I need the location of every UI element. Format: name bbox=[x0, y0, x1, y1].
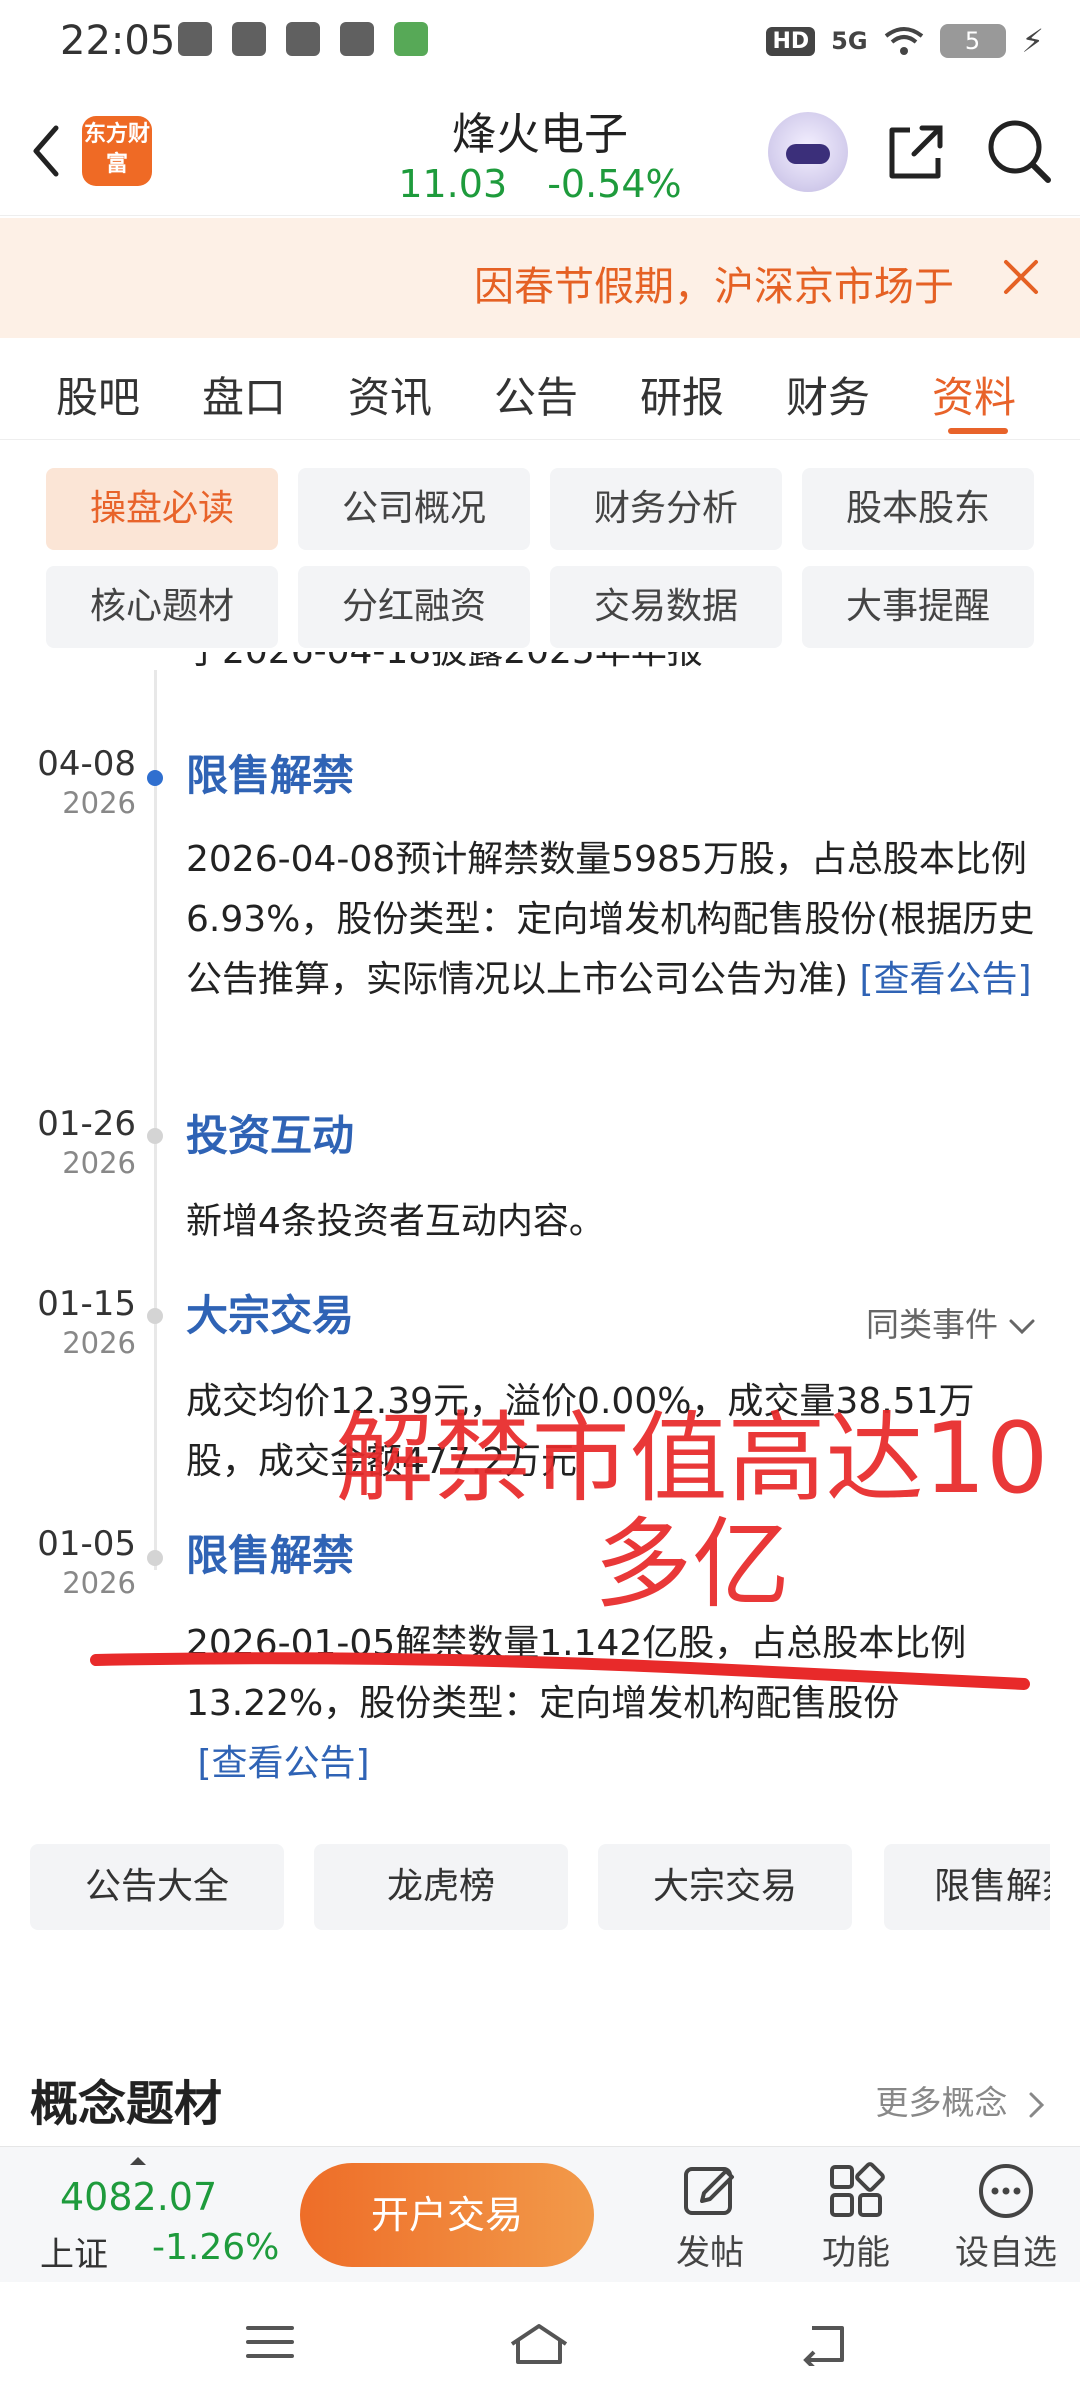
app-notification-icon bbox=[394, 22, 428, 56]
chevron-right-icon bbox=[1029, 2092, 1045, 2117]
battery-icon: 5 bbox=[939, 24, 1006, 58]
charging-icon: ⚡ bbox=[1021, 22, 1044, 60]
tab-news[interactable]: 资讯 bbox=[348, 364, 432, 425]
event-year: 2026 bbox=[62, 786, 136, 820]
announcement-list-button[interactable]: 公告大全 bbox=[30, 1844, 284, 1930]
stock-price: 11.03 bbox=[398, 162, 508, 206]
index-value[interactable]: 4082.07 bbox=[60, 2175, 217, 2219]
home-icon[interactable] bbox=[508, 2322, 570, 2366]
tab-finance[interactable]: 财务 bbox=[786, 364, 870, 425]
timeline-clipped-text: 于2026-04-18披露2025年年报 bbox=[186, 652, 703, 692]
event-title[interactable]: 限售解禁 bbox=[186, 1522, 354, 1583]
edit-icon bbox=[684, 2167, 734, 2215]
event-year: 2026 bbox=[62, 1146, 136, 1180]
notification-icons bbox=[178, 22, 428, 56]
hd-icon: HD bbox=[766, 26, 816, 56]
subtab-events[interactable]: 大事提醒 bbox=[802, 566, 1034, 648]
view-announcement-link[interactable]: [查看公告] bbox=[860, 959, 1032, 1000]
dragon-tiger-list-button[interactable]: 龙虎榜 bbox=[314, 1844, 568, 1930]
event-date: 04-08 bbox=[37, 744, 136, 784]
caret-up-icon[interactable] bbox=[128, 2155, 148, 2167]
subtab-trading-data[interactable]: 交易数据 bbox=[550, 566, 782, 648]
grid-icon bbox=[830, 2162, 885, 2217]
event-title[interactable]: 投资互动 bbox=[186, 1102, 354, 1163]
back-icon[interactable] bbox=[796, 2322, 850, 2366]
search-icon[interactable] bbox=[984, 116, 1054, 186]
tab-guba[interactable]: 股吧 bbox=[56, 364, 140, 425]
red-underline-stroke bbox=[90, 1652, 1030, 1690]
notice-text: 因春节假期，沪深京市场于 bbox=[474, 264, 954, 310]
active-tab-indicator bbox=[948, 428, 1008, 434]
subtab-company-overview[interactable]: 公司概况 bbox=[298, 468, 530, 550]
post-button[interactable]: 发帖 bbox=[650, 2161, 770, 2274]
chevron-down-icon bbox=[1009, 1319, 1035, 1334]
system-status: HD 5G 5 ⚡ bbox=[766, 22, 1044, 60]
assistant-robot-icon[interactable] bbox=[768, 112, 848, 192]
event-title[interactable]: 大宗交易 bbox=[186, 1282, 354, 1343]
event-date: 01-15 bbox=[37, 1284, 136, 1324]
event-year: 2026 bbox=[62, 1566, 136, 1600]
event-title[interactable]: 限售解禁 bbox=[186, 742, 354, 803]
tab-announcements[interactable]: 公告 bbox=[494, 364, 578, 425]
index-name[interactable]: 上证 bbox=[40, 2227, 108, 2276]
block-trade-button[interactable]: 大宗交易 bbox=[598, 1844, 852, 1930]
open-account-button[interactable]: 开户交易 bbox=[300, 2163, 594, 2267]
app-notification-icon bbox=[340, 22, 374, 56]
event-date: 01-26 bbox=[37, 1104, 136, 1144]
app-notification-icon bbox=[286, 22, 320, 56]
timeline-dot bbox=[147, 1308, 163, 1324]
signal-icon: 5G bbox=[831, 27, 868, 55]
subtab-financial-analysis[interactable]: 财务分析 bbox=[550, 468, 782, 550]
index-change[interactable]: -1.26% bbox=[152, 2227, 279, 2268]
system-navigation-bar bbox=[0, 2282, 1080, 2408]
status-time: 22:05 bbox=[60, 18, 176, 64]
subtab-shareholders[interactable]: 股本股东 bbox=[802, 468, 1034, 550]
similar-events-label: 同类事件 bbox=[866, 1305, 998, 1344]
subtab-dividends[interactable]: 分红融资 bbox=[298, 566, 530, 648]
stock-change: -0.54% bbox=[547, 162, 682, 206]
annotation-line: 多亿 bbox=[593, 1508, 790, 1622]
similar-events-dropdown[interactable]: 同类事件 bbox=[866, 1298, 1036, 1346]
event-body: 2026-04-08预计解禁数量5985万股，占总股本比例6.93%，股份类型：… bbox=[186, 830, 1042, 1010]
subtab-trading-must-read[interactable]: 操盘必读 bbox=[46, 468, 278, 550]
timeline-dot bbox=[147, 1550, 163, 1566]
add-watchlist-button[interactable]: 设自选 bbox=[946, 2161, 1066, 2274]
functions-label: 功能 bbox=[822, 2233, 890, 2273]
tab-profile[interactable]: 资料 bbox=[932, 364, 1016, 425]
app-notification-icon bbox=[178, 22, 212, 56]
add-watchlist-label: 设自选 bbox=[955, 2233, 1057, 2273]
tab-pankou[interactable]: 盘口 bbox=[202, 364, 286, 425]
holiday-notice-banner[interactable]: 因春节假期，沪深京市场于 bbox=[0, 218, 1080, 338]
status-bar: 22:05 HD 5G 5 ⚡ bbox=[0, 0, 1080, 86]
timeline-dot bbox=[147, 770, 163, 786]
app-notification-icon bbox=[232, 22, 266, 56]
clipped-text: 于2026-04-18披露2025年年报 bbox=[186, 652, 703, 682]
close-icon[interactable] bbox=[998, 254, 1044, 300]
event-date: 01-05 bbox=[37, 1524, 136, 1564]
functions-button[interactable]: 功能 bbox=[796, 2161, 916, 2274]
bottom-action-bar: 4082.07 上证 -1.26% 开户交易 发帖 功能 设自选 bbox=[0, 2146, 1080, 2282]
menu-icon[interactable] bbox=[244, 2322, 296, 2362]
post-label: 发帖 bbox=[676, 2233, 744, 2273]
timeline-line bbox=[154, 670, 157, 1570]
main-tabs: 股吧 盘口 资讯 公告 研报 财务 资料 bbox=[0, 340, 1080, 440]
event-year: 2026 bbox=[62, 1326, 136, 1360]
lock-up-release-button[interactable]: 限售解禁 bbox=[884, 1844, 1050, 1930]
event-body: 新增4条投资者互动内容。 bbox=[186, 1201, 605, 1242]
stock-header: 东方财富 烽火电子 11.03 -0.54% bbox=[0, 86, 1080, 216]
more-concepts-link[interactable]: 更多概念 bbox=[876, 2076, 1047, 2124]
more-concepts-label: 更多概念 bbox=[875, 2083, 1008, 2122]
timeline-dot bbox=[147, 1128, 163, 1144]
subtab-core-themes[interactable]: 核心题材 bbox=[46, 566, 278, 648]
annotation-line: 解禁市值高达10 bbox=[335, 1402, 1049, 1516]
wifi-icon bbox=[884, 27, 923, 55]
share-icon[interactable] bbox=[884, 120, 948, 184]
more-dots-icon bbox=[979, 2164, 1033, 2218]
view-announcement-link[interactable]: [查看公告] bbox=[197, 1743, 369, 1784]
concept-section-title: 概念题材 bbox=[30, 2076, 223, 2132]
tab-research[interactable]: 研报 bbox=[640, 364, 724, 425]
red-annotation-text: 解禁市值高达10 多亿 bbox=[332, 1406, 1052, 1618]
